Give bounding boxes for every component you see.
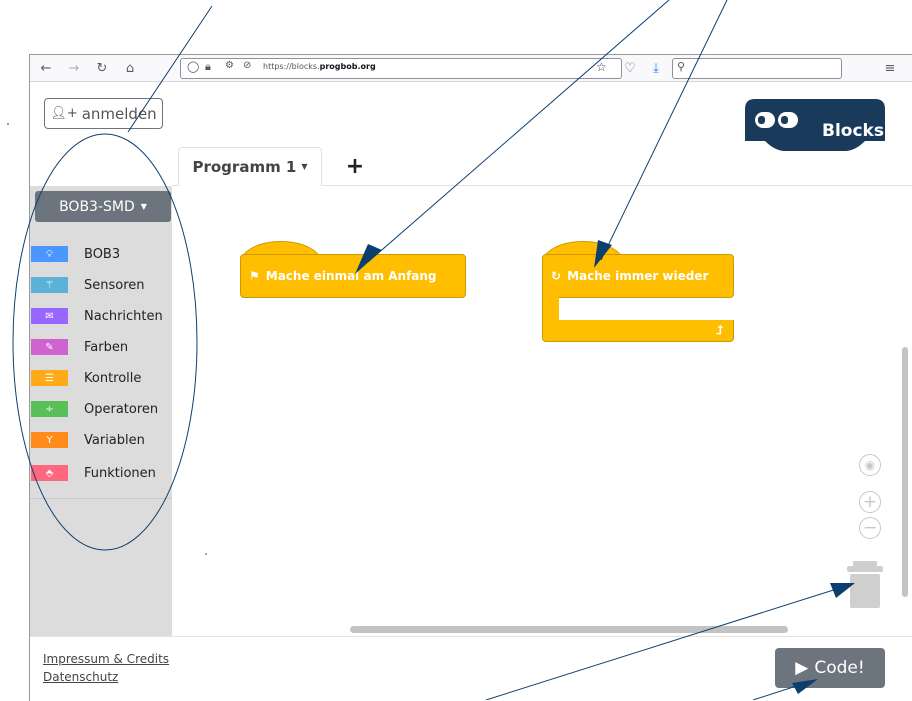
vertical-scrollbar[interactable] — [902, 347, 908, 597]
category-farben[interactable]: ✎ Farben — [30, 334, 172, 360]
category-operatoren[interactable]: ÷ Operatoren — [30, 396, 172, 422]
category-label: BOB3 — [84, 246, 121, 262]
bulb-icon: 💡︎ — [31, 246, 68, 262]
divider — [30, 498, 172, 499]
impressum-link[interactable]: Impressum & Credits — [43, 652, 169, 666]
permissions-icon[interactable]: ⚙ — [225, 60, 234, 71]
divide-icon: ÷ — [31, 401, 68, 417]
play-icon: ▶ — [795, 658, 809, 678]
url-text: https://blocks.progbob.org — [263, 62, 376, 71]
sprout-icon: Y — [31, 432, 68, 448]
footer: Impressum & Credits Datenschutz ▶ Code! — [30, 636, 912, 701]
workspace[interactable]: ⚑ Mache einmal am Anfang ↻ Mache immer w… — [172, 186, 912, 636]
zoom-out-icon[interactable]: − — [859, 517, 881, 539]
category-nachrichten[interactable]: ✉ Nachrichten — [30, 303, 172, 329]
loop-block[interactable]: ↻ Mache immer wieder — [542, 254, 734, 298]
horizontal-scrollbar[interactable] — [350, 626, 788, 633]
trash-icon[interactable] — [845, 561, 885, 609]
zoom-in-icon[interactable]: + — [859, 491, 881, 513]
start-block-label: Mache einmal am Anfang — [265, 269, 437, 283]
star-icon[interactable]: ☆ — [596, 60, 607, 74]
repeat-icon: ↻ — [551, 269, 562, 283]
loop-block-bottom: ⮥ — [542, 320, 734, 342]
function-icon: ⬘ — [31, 465, 68, 481]
back-icon[interactable]: ← — [36, 58, 56, 78]
category-label: Farben — [84, 339, 129, 355]
category-label: Funktionen — [84, 465, 156, 481]
dot — [7, 123, 9, 125]
loop-arrow-icon: ⮥ — [715, 323, 723, 337]
code-button-label: Code! — [814, 658, 865, 678]
category-label: Kontrolle — [84, 370, 142, 386]
category-sensoren[interactable]: ⚚ Sensoren — [30, 272, 172, 298]
browser-window: ← → ↻ ⌂ ◯ 🔒︎ ⚙ ⊘ https://blocks.progbob.… — [29, 54, 912, 701]
tracking-icon[interactable]: ⊘ — [243, 60, 251, 71]
caret-down-icon: ▼ — [140, 202, 147, 211]
brush-icon: ✎ — [31, 339, 68, 355]
menu-icon[interactable]: ≡ — [880, 58, 900, 78]
forward-icon[interactable]: → — [64, 58, 84, 78]
caret-down-icon: ▼ — [301, 162, 308, 171]
category-label: Nachrichten — [84, 308, 163, 324]
start-block[interactable]: ⚑ Mache einmal am Anfang — [240, 254, 466, 298]
home-icon[interactable]: ⌂ — [120, 58, 140, 78]
device-label: BOB3-SMD — [59, 198, 135, 215]
category-variablen[interactable]: Y Variablen — [30, 427, 172, 453]
browser-toolbar: ← → ↻ ⌂ ◯ 🔒︎ ⚙ ⊘ https://blocks.progbob.… — [30, 55, 912, 82]
search-input[interactable]: ⚲ — [672, 58, 842, 79]
logo-text: Blocks — [822, 121, 884, 141]
shield-icon[interactable]: ◯ — [187, 60, 199, 73]
flag-icon: ⚑ — [249, 269, 260, 283]
datenschutz-link[interactable]: Datenschutz — [43, 670, 118, 684]
lock-icon[interactable]: 🔒︎ — [205, 60, 211, 74]
signpost-icon: ☰ — [31, 370, 68, 386]
download-icon[interactable]: ⤓ — [646, 58, 666, 78]
category-label: Sensoren — [84, 277, 145, 293]
add-tab-button[interactable]: + — [340, 151, 370, 181]
device-select[interactable]: BOB3-SMD ▼ — [35, 191, 171, 222]
loop-block-arm — [542, 297, 559, 321]
center-target-icon[interactable]: ◉ — [859, 454, 881, 476]
tab-programm-1[interactable]: Programm 1 ▼ — [178, 147, 322, 186]
code-button[interactable]: ▶ Code! — [775, 648, 885, 688]
login-button[interactable]: 👤︎+ anmelden — [44, 98, 163, 129]
category-kontrolle[interactable]: ☰ Kontrolle — [30, 365, 172, 391]
login-label: anmelden — [81, 104, 157, 123]
url-bar[interactable]: ◯ 🔒︎ ⚙ ⊘ https://blocks.progbob.org ☆ — [180, 58, 622, 79]
magic-wand-icon: ⚚ — [31, 277, 68, 293]
loop-block-label: Mache immer wieder — [567, 269, 709, 283]
search-icon: ⚲ — [677, 60, 686, 73]
add-user-icon: 👤︎+ — [50, 106, 78, 121]
envelope-icon: ✉ — [31, 308, 68, 324]
category-bob3[interactable]: 💡︎ BOB3 — [30, 241, 172, 267]
category-label: Operatoren — [84, 401, 159, 417]
category-label: Variablen — [84, 432, 145, 448]
category-funktionen[interactable]: ⬘ Funktionen — [30, 460, 172, 486]
reload-icon[interactable]: ↻ — [92, 58, 112, 78]
block-toolbox: BOB3-SMD ▼ 💡︎ BOB3 ⚚ Sensoren ✉ Nachrich… — [30, 186, 172, 636]
tab-label: Programm 1 — [192, 157, 297, 176]
pocket-icon[interactable]: ♡ — [620, 58, 640, 78]
